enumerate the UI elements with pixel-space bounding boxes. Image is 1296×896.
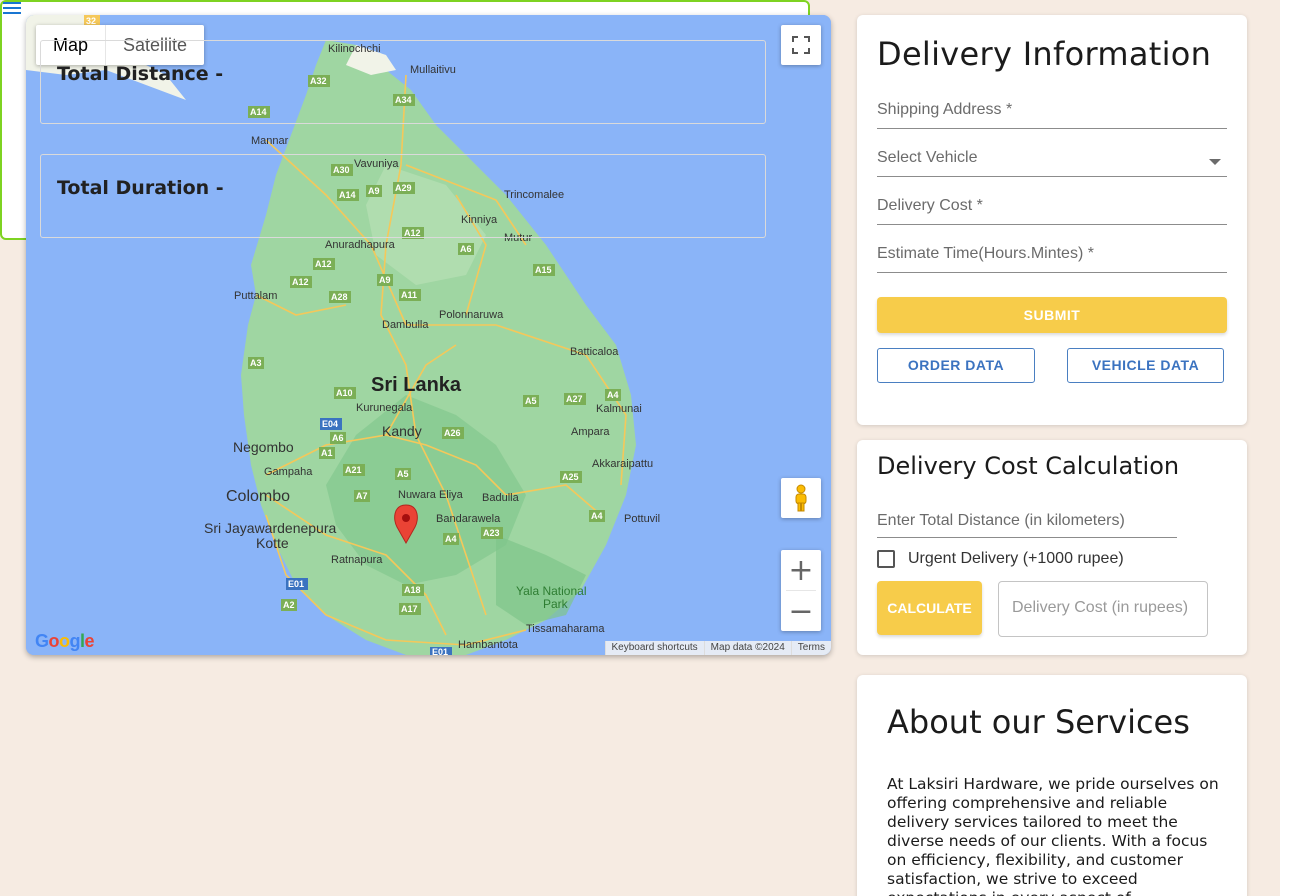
street-view-button[interactable] xyxy=(781,478,821,518)
svg-text:A25: A25 xyxy=(562,472,579,482)
delivery-cost-field[interactable]: Delivery Cost * xyxy=(877,193,1227,225)
terms-link[interactable]: Terms xyxy=(790,641,831,655)
google-logo[interactable]: Google xyxy=(35,631,95,652)
svg-text:E01: E01 xyxy=(288,579,304,589)
svg-text:A7: A7 xyxy=(356,491,368,501)
svg-text:Mannar: Mannar xyxy=(251,135,289,147)
svg-text:A9: A9 xyxy=(379,275,391,285)
vehicle-select[interactable]: Select Vehicle xyxy=(877,145,1227,177)
svg-text:A5: A5 xyxy=(397,469,409,479)
svg-text:Kotte: Kotte xyxy=(256,535,289,551)
svg-text:A4: A4 xyxy=(591,511,603,521)
svg-text:Yala National: Yala National xyxy=(516,584,587,598)
keyboard-shortcuts-link[interactable]: Keyboard shortcuts xyxy=(604,641,704,655)
svg-text:E01: E01 xyxy=(432,647,448,655)
svg-text:A6: A6 xyxy=(332,433,344,443)
delivery-cost-placeholder: Delivery Cost (in rupees) xyxy=(1012,599,1189,616)
svg-text:Polonnaruwa: Polonnaruwa xyxy=(439,309,504,321)
svg-text:Nuwara Eliya: Nuwara Eliya xyxy=(398,489,464,501)
fullscreen-icon xyxy=(792,36,810,54)
about-services-card: About our Services At Laksiri Hardware, … xyxy=(857,675,1247,896)
svg-text:A2: A2 xyxy=(283,600,295,610)
map-data-attribution: Map data ©2024 xyxy=(703,641,791,655)
zoom-out-button[interactable]: − xyxy=(781,591,821,631)
total-duration-label: Total Duration - xyxy=(57,177,224,199)
cost-calculation-title: Delivery Cost Calculation xyxy=(877,452,1180,480)
svg-text:Park: Park xyxy=(543,597,569,611)
delivery-cost-output[interactable]: Delivery Cost (in rupees) xyxy=(998,581,1208,637)
total-distance-label: Total Distance - xyxy=(57,63,224,85)
fullscreen-button[interactable] xyxy=(781,25,821,65)
svg-text:Kandy: Kandy xyxy=(382,423,422,439)
svg-text:A11: A11 xyxy=(401,290,417,300)
zoom-in-button[interactable]: + xyxy=(781,550,821,590)
vehicle-select-label: Select Vehicle xyxy=(877,149,978,166)
page-scrollbar[interactable] xyxy=(1280,0,1296,896)
svg-text:E04: E04 xyxy=(322,419,338,429)
svg-text:A3: A3 xyxy=(250,358,262,368)
delivery-cost-label: Delivery Cost * xyxy=(877,197,983,214)
calculate-button[interactable]: CALCULATE xyxy=(877,581,982,635)
svg-text:A21: A21 xyxy=(345,465,362,475)
svg-text:A4: A4 xyxy=(607,390,619,400)
svg-text:A28: A28 xyxy=(331,292,348,302)
checkbox-icon[interactable] xyxy=(877,550,895,568)
svg-text:Gampaha: Gampaha xyxy=(264,466,313,478)
map-footer: Keyboard shortcuts Map data ©2024 Terms xyxy=(604,641,831,655)
chevron-down-icon xyxy=(1209,159,1221,165)
svg-text:A12: A12 xyxy=(292,277,309,287)
hamburger-menu-icon[interactable] xyxy=(3,2,21,16)
svg-text:Tissamaharama: Tissamaharama xyxy=(526,623,605,635)
svg-text:Akkaraipattu: Akkaraipattu xyxy=(592,458,653,470)
svg-text:Badulla: Badulla xyxy=(482,492,520,504)
urgent-delivery-label: Urgent Delivery (+1000 rupee) xyxy=(908,550,1124,567)
svg-text:A1: A1 xyxy=(321,448,333,458)
svg-text:Hambantota: Hambantota xyxy=(458,639,519,651)
delivery-info-card: Delivery Information Shipping Address * … xyxy=(857,15,1247,425)
estimate-time-field[interactable]: Estimate Time(Hours.Mintes) * xyxy=(877,241,1227,273)
estimate-time-label: Estimate Time(Hours.Mintes) * xyxy=(877,245,1094,262)
svg-text:A17: A17 xyxy=(401,604,418,614)
total-duration-box: Total Duration - xyxy=(40,154,766,238)
svg-text:Pottuvil: Pottuvil xyxy=(624,513,660,525)
svg-text:Kurunegala: Kurunegala xyxy=(356,402,413,414)
about-title: About our Services xyxy=(887,703,1190,741)
vehicle-data-button[interactable]: VEHICLE DATA xyxy=(1067,348,1224,383)
svg-text:Negombo: Negombo xyxy=(233,439,294,455)
svg-text:A10: A10 xyxy=(336,388,353,398)
svg-text:Kalmunai: Kalmunai xyxy=(596,403,642,415)
order-data-button[interactable]: ORDER DATA xyxy=(877,348,1035,383)
svg-text:A5: A5 xyxy=(525,396,537,406)
svg-text:A27: A27 xyxy=(566,394,583,404)
submit-button[interactable]: SUBMIT xyxy=(877,297,1227,333)
svg-text:Ampara: Ampara xyxy=(571,426,610,438)
svg-text:Colombo: Colombo xyxy=(226,488,290,505)
svg-text:A26: A26 xyxy=(444,428,461,438)
svg-text:A4: A4 xyxy=(445,534,457,544)
about-body: At Laksiri Hardware, we pride ourselves … xyxy=(887,775,1219,896)
svg-text:Dambulla: Dambulla xyxy=(382,319,429,331)
svg-text:Sri Lanka: Sri Lanka xyxy=(371,374,462,396)
svg-text:Bandarawela: Bandarawela xyxy=(436,513,501,525)
svg-text:Anuradhapura: Anuradhapura xyxy=(325,239,396,251)
shipping-address-field[interactable]: Shipping Address * xyxy=(877,97,1227,129)
shipping-address-label: Shipping Address * xyxy=(877,101,1013,118)
svg-text:Puttalam: Puttalam xyxy=(234,290,277,302)
svg-text:A12: A12 xyxy=(315,259,332,269)
pegman-icon xyxy=(795,484,807,512)
svg-text:Sri Jayawardenepura: Sri Jayawardenepura xyxy=(204,520,337,536)
svg-text:A23: A23 xyxy=(483,528,500,538)
urgent-delivery-checkbox[interactable]: Urgent Delivery (+1000 rupee) xyxy=(877,550,1124,568)
distance-input[interactable]: Enter Total Distance (in kilometers) xyxy=(877,510,1177,538)
total-distance-box: Total Distance - xyxy=(40,40,766,124)
distance-placeholder: Enter Total Distance (in kilometers) xyxy=(877,512,1125,529)
delivery-info-title: Delivery Information xyxy=(877,35,1212,73)
cost-calculation-card: Delivery Cost Calculation Enter Total Di… xyxy=(857,440,1247,655)
svg-text:Batticaloa: Batticaloa xyxy=(570,346,619,358)
zoom-control: + − xyxy=(781,550,821,631)
svg-text:A6: A6 xyxy=(460,244,472,254)
svg-text:A18: A18 xyxy=(404,585,421,595)
svg-text:A15: A15 xyxy=(535,265,552,275)
svg-text:Ratnapura: Ratnapura xyxy=(331,554,383,566)
